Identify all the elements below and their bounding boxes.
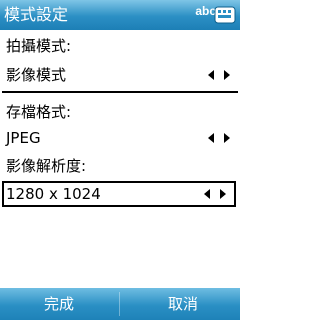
- right-arrow-icon[interactable]: [224, 70, 230, 80]
- settings-form: 拍攝模式: 影像模式 存檔格式: JPEG 影像解析度: 1280 x 1024: [0, 30, 240, 288]
- title-bar: 模式設定 abc: [0, 0, 240, 30]
- done-button[interactable]: 完成: [44, 294, 74, 314]
- left-arrow-icon[interactable]: [204, 189, 210, 199]
- left-arrow-icon[interactable]: [208, 133, 214, 143]
- page-title: 模式設定: [4, 5, 69, 24]
- capture-mode-value: 影像模式: [6, 66, 67, 84]
- keyboard-icon[interactable]: [214, 4, 236, 26]
- resolution-value: 1280 x 1024: [6, 185, 101, 203]
- resolution-spinner[interactable]: 1280 x 1024: [2, 181, 236, 207]
- spinner-arrows-icon[interactable]: [206, 67, 232, 83]
- right-arrow-icon[interactable]: [220, 189, 226, 199]
- left-arrow-icon[interactable]: [208, 70, 214, 80]
- input-mode-indicator[interactable]: abc: [195, 3, 216, 19]
- storage-format-spinner[interactable]: JPEG: [0, 125, 240, 151]
- resolution-label: 影像解析度:: [6, 157, 87, 175]
- right-arrow-icon[interactable]: [224, 133, 230, 143]
- softkey-bar: 完成 取消: [0, 288, 240, 320]
- softkey-divider: [119, 292, 120, 316]
- spinner-arrows-icon[interactable]: [206, 130, 232, 146]
- storage-format-value: JPEG: [6, 129, 41, 147]
- focus-underline: [2, 91, 238, 93]
- cancel-button[interactable]: 取消: [168, 294, 198, 314]
- storage-format-label: 存檔格式:: [6, 103, 72, 121]
- capture-mode-spinner[interactable]: 影像模式: [0, 62, 240, 88]
- spinner-arrows-icon[interactable]: [202, 186, 228, 202]
- capture-mode-label: 拍攝模式:: [6, 37, 72, 55]
